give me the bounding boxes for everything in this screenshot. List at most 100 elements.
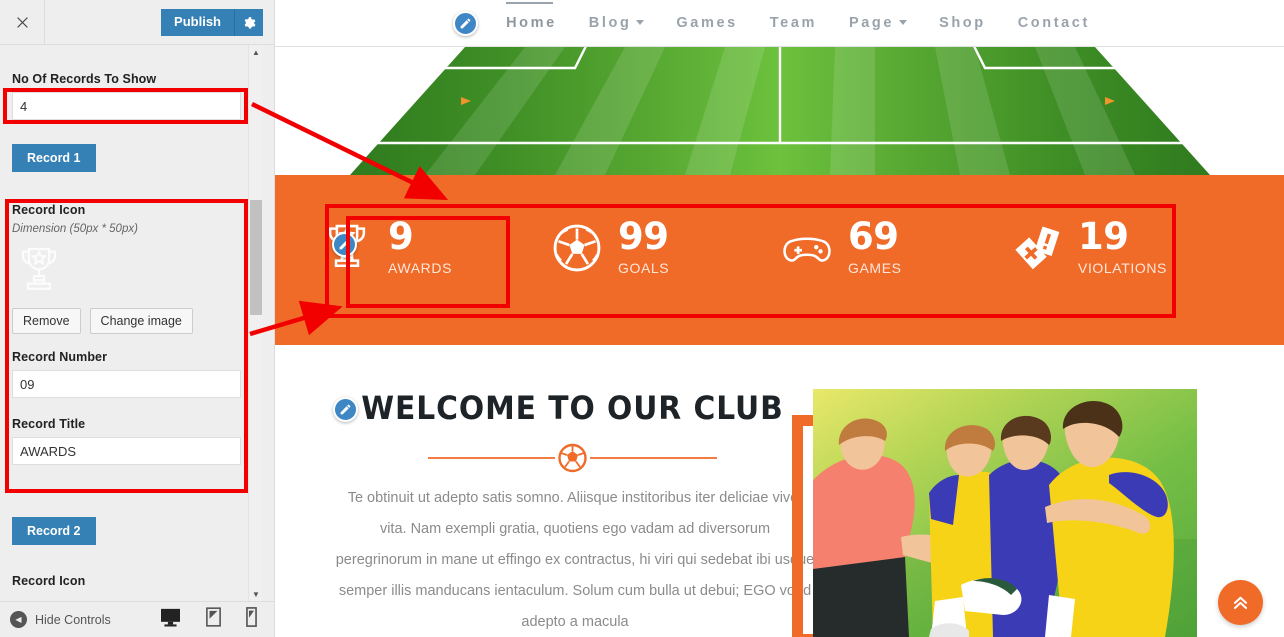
- nav-item-contact[interactable]: Contact: [1002, 15, 1106, 31]
- hide-controls-label: Hide Controls: [35, 612, 111, 627]
- record-icon-dimension: Dimension (50px * 50px): [12, 223, 138, 235]
- record-2-icon-label: Record Icon: [12, 574, 86, 588]
- stat-number: 19: [1078, 214, 1129, 258]
- app-root: Publish No Of Records To Show Record 1: [0, 0, 1284, 637]
- nav-item-games[interactable]: Games: [660, 15, 753, 31]
- record-icon-label: Record Icon: [12, 203, 86, 217]
- welcome-body-text: Te obtinuit ut adepto satis somno. Aliis…: [335, 490, 815, 630]
- nav-label: Games: [676, 15, 738, 31]
- penalty-cards-glyph: [1015, 225, 1060, 269]
- record-1-button[interactable]: Record 1: [12, 144, 96, 172]
- records-count-input[interactable]: [12, 92, 241, 120]
- gamepad-icon: [780, 221, 834, 275]
- record-1-fields: Record Icon Dimension (50px * 50px) Remo…: [12, 203, 252, 465]
- soccer-ball-icon: [550, 221, 604, 275]
- soccer-ball-glyph: [553, 224, 601, 271]
- stat-title: AWARDS: [388, 259, 453, 276]
- pencil-glyph: [340, 404, 351, 415]
- welcome-section: WELCOME TO OUR CLUB Te obtinuit ut adept…: [275, 345, 1284, 637]
- record-2-section-header: Record 2: [12, 517, 96, 545]
- nav-item-team[interactable]: Team: [754, 15, 833, 31]
- customizer-scrollbar[interactable]: ▲ ▼: [248, 45, 262, 601]
- change-image-button[interactable]: Change image: [89, 308, 193, 334]
- pencil-glyph: [339, 239, 350, 250]
- header-divider: [275, 46, 1284, 47]
- desktop-glyph: [161, 608, 180, 626]
- stat-text: 19 VIOLATIONS: [1078, 214, 1167, 276]
- gear-glyph: [244, 16, 256, 29]
- customizer-header: Publish: [0, 0, 274, 45]
- site-navigation: Home Blog Games Team Page Shop Contact: [275, 0, 1284, 46]
- records-count-label: No Of Records To Show: [12, 72, 157, 86]
- publish-button[interactable]: Publish: [161, 9, 235, 36]
- record-number-input[interactable]: [12, 370, 241, 398]
- stats-list: 9 AWARDS 99 GOALS 69 GAMES 19 VIOLATIONS: [320, 200, 1240, 295]
- trophy-icon: [12, 244, 66, 300]
- scroll-to-top-button[interactable]: [1218, 580, 1263, 625]
- scrollbar-thumb[interactable]: [250, 200, 262, 315]
- stat-text: 69 GAMES: [848, 214, 902, 276]
- chevron-down-icon: [636, 20, 645, 25]
- welcome-edit-pencil-icon[interactable]: [333, 397, 358, 422]
- gamepad-glyph: [783, 236, 831, 262]
- nav-item-blog[interactable]: Blog: [573, 15, 661, 31]
- nav-label: Team: [769, 15, 817, 31]
- welcome-separator: [335, 440, 810, 476]
- hero-section: Home Blog Games Team Page Shop Contact: [275, 0, 1284, 175]
- chevron-left-icon: ◀: [10, 611, 27, 628]
- mobile-icon[interactable]: [246, 607, 257, 632]
- stat-number: 69: [848, 214, 899, 258]
- record-2-button[interactable]: Record 2: [12, 517, 96, 545]
- site-preview: Home Blog Games Team Page Shop Contact 9…: [275, 0, 1284, 637]
- desktop-icon[interactable]: [160, 608, 181, 632]
- remove-image-button[interactable]: Remove: [12, 308, 81, 334]
- close-glyph: [16, 16, 28, 28]
- nav-edit-pencil-icon[interactable]: [453, 10, 479, 36]
- close-icon[interactable]: [0, 0, 45, 44]
- welcome-title: WELCOME TO OUR CLUB: [361, 389, 784, 427]
- trophy-glyph: [21, 247, 57, 290]
- nav-label: Home: [506, 15, 557, 31]
- pencil-glyph: [460, 18, 471, 28]
- stats-edit-pencil-icon[interactable]: [332, 232, 357, 257]
- customizer-footer: ◀ Hide Controls: [0, 601, 274, 637]
- chevron-down-icon: [899, 20, 908, 25]
- customizer-body[interactable]: No Of Records To Show Record 1 Record Ic…: [0, 45, 274, 601]
- nav-label: Blog: [588, 15, 632, 31]
- nav-item-home[interactable]: Home: [490, 2, 573, 31]
- customizer-panel: Publish No Of Records To Show Record 1: [0, 0, 275, 637]
- record-title-label: Record Title: [12, 417, 86, 431]
- gear-icon[interactable]: [235, 9, 263, 36]
- nav-label: Contact: [1017, 15, 1090, 31]
- device-preview-switcher: [160, 607, 257, 632]
- stat-item-violations: 19 VIOLATIONS: [1010, 214, 1240, 276]
- tablet-glyph: [206, 607, 221, 627]
- stat-title: GOALS: [618, 259, 670, 276]
- stat-title: VIOLATIONS: [1078, 259, 1167, 276]
- stat-item-games: 69 GAMES: [780, 214, 1010, 276]
- stat-text: 99 GOALS: [618, 214, 670, 276]
- tablet-icon[interactable]: [206, 607, 221, 632]
- scrollbar-up-arrow[interactable]: ▲: [249, 45, 263, 59]
- record-2-fields: Record Icon: [12, 574, 252, 594]
- stats-counter-bar: 9 AWARDS 99 GOALS 69 GAMES 19 VIOLATIONS: [275, 175, 1284, 345]
- stat-item-goals: 99 GOALS: [550, 214, 780, 276]
- chevron-double-up-icon: [1233, 596, 1248, 610]
- record-number-label: Record Number: [12, 350, 108, 364]
- nav-item-page[interactable]: Page: [833, 15, 923, 31]
- scrollbar-down-arrow[interactable]: ▼: [249, 587, 263, 601]
- record-title-input[interactable]: [12, 437, 241, 465]
- record-1-section-header: Record 1: [12, 144, 96, 172]
- team-photo-graphic: [813, 389, 1197, 637]
- nav-label: Shop: [939, 15, 986, 31]
- hide-controls-button[interactable]: ◀ Hide Controls: [10, 611, 111, 628]
- image-actions: Remove Change image: [12, 308, 252, 334]
- stat-text: 9 AWARDS: [388, 214, 453, 276]
- ball-separator-glyph: [428, 443, 717, 473]
- stat-number: 99: [618, 214, 669, 258]
- stat-title: GAMES: [848, 259, 902, 276]
- nav-label: Page: [849, 15, 895, 31]
- nav-item-shop[interactable]: Shop: [923, 15, 1002, 31]
- stat-number: 9: [388, 214, 414, 258]
- nav-items: Home Blog Games Team Page Shop Contact: [453, 2, 1106, 36]
